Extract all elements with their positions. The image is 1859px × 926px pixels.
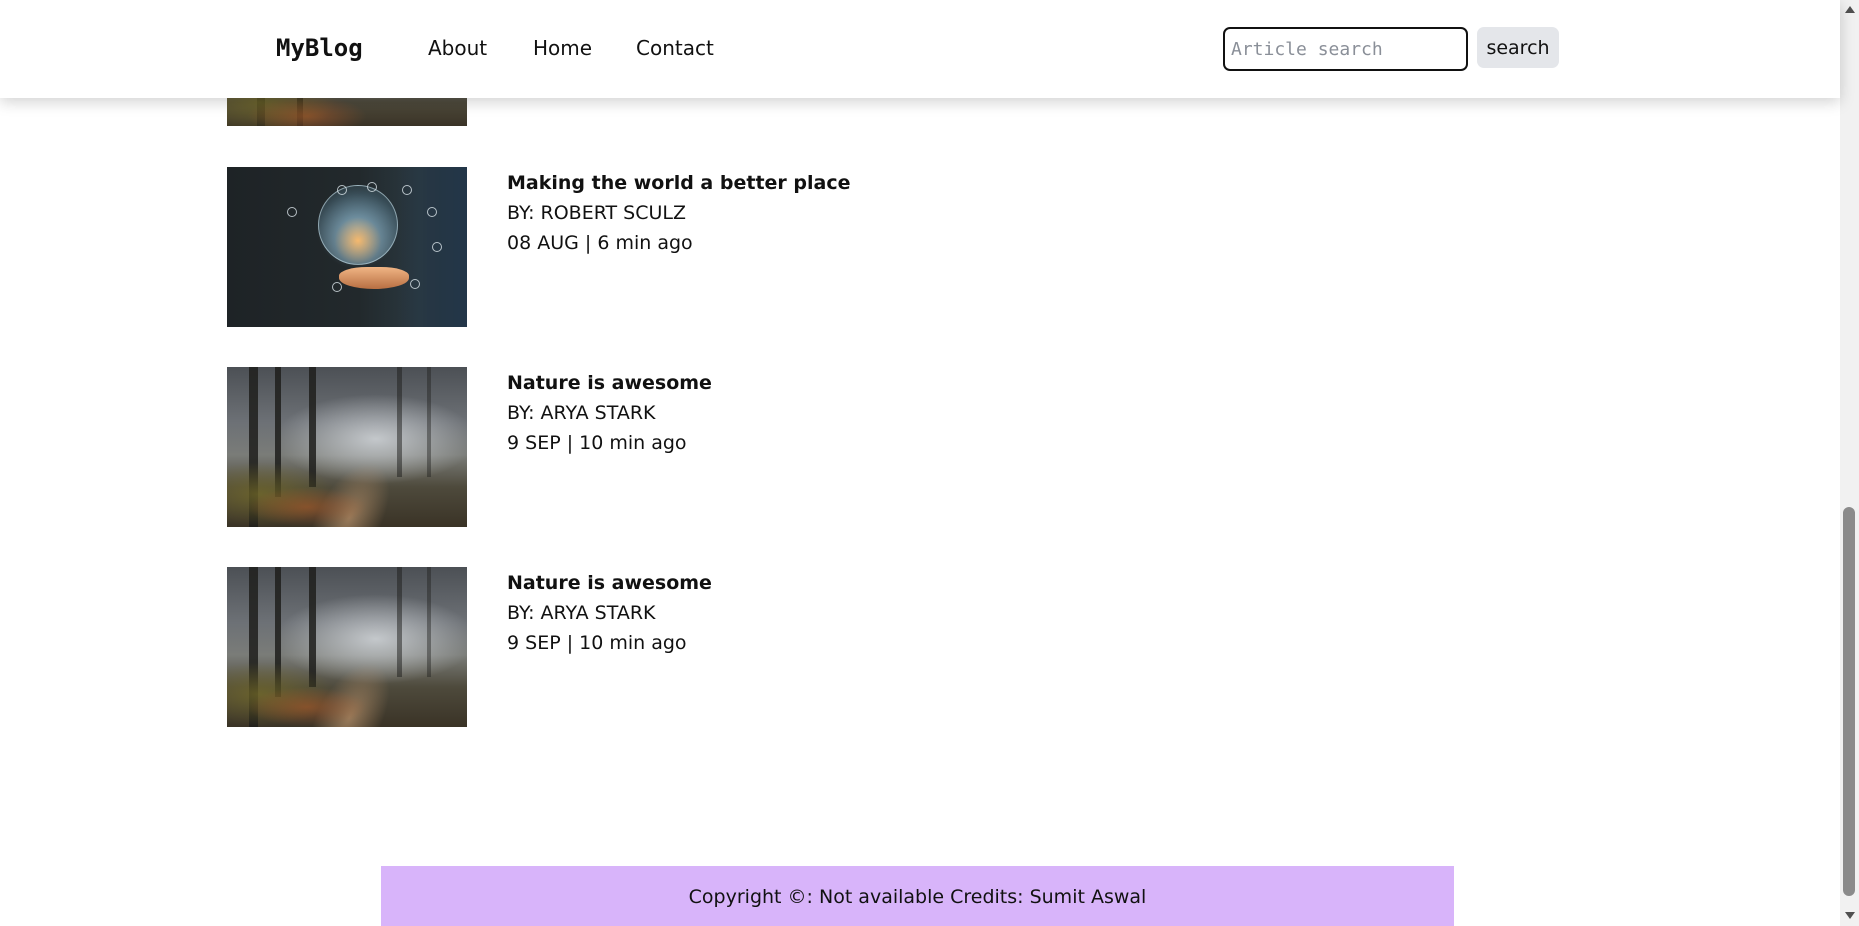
scroll-down-arrow-icon[interactable]	[1845, 912, 1855, 919]
article-title[interactable]: Making the world a better place	[507, 172, 850, 194]
navbar: MyBlog About Home Contact search	[0, 0, 1840, 98]
article-thumbnail[interactable]	[227, 367, 467, 527]
article-author: BY: ARYA STARK	[507, 602, 656, 624]
footer: Copyright ©: Not available Credits: Sumi…	[381, 866, 1454, 926]
search-input[interactable]	[1223, 27, 1468, 71]
article-title[interactable]: Nature is awesome	[507, 572, 712, 594]
search-button[interactable]: search	[1477, 27, 1559, 68]
article-title[interactable]: Nature is awesome	[507, 372, 712, 394]
article-date: 9 SEP | 10 min ago	[507, 432, 687, 454]
footer-credits: Copyright ©: Not available Credits: Sumi…	[688, 886, 1147, 908]
nav-link-contact[interactable]: Contact	[636, 36, 714, 60]
nav-link-about[interactable]: About	[428, 36, 487, 60]
article-date: 9 SEP | 10 min ago	[507, 632, 687, 654]
scroll-up-arrow-icon[interactable]	[1845, 6, 1855, 13]
article-author: BY: ROBERT SCULZ	[507, 202, 687, 224]
article-author: BY: ARYA STARK	[507, 402, 656, 424]
article-thumbnail[interactable]	[227, 567, 467, 727]
article-thumbnail[interactable]	[227, 167, 467, 327]
nav-link-home[interactable]: Home	[533, 36, 592, 60]
brand-logo[interactable]: MyBlog	[276, 34, 363, 62]
scrollbar-thumb[interactable]	[1843, 507, 1855, 896]
article-date: 08 AUG | 6 min ago	[507, 232, 693, 254]
